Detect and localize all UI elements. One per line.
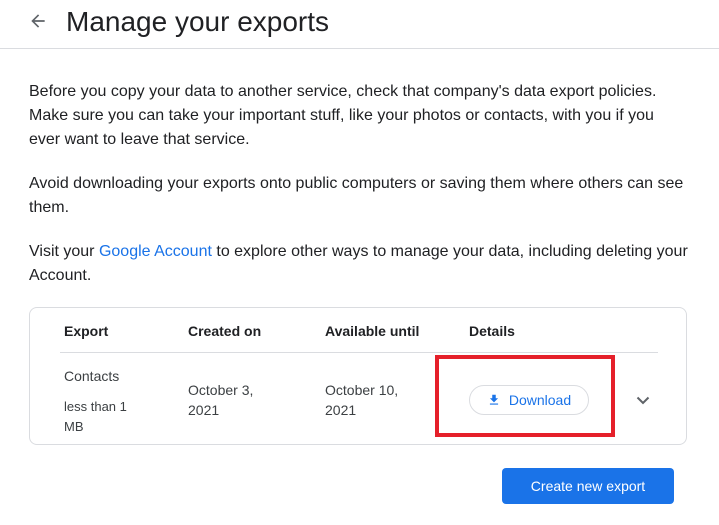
- column-header-export: Export: [64, 323, 109, 339]
- export-created-date: October 3, 2021: [188, 382, 254, 418]
- paragraph-text: Visit your: [29, 243, 99, 260]
- page-header: Manage your exports: [0, 0, 719, 49]
- column-header-created: Created on: [188, 323, 262, 339]
- intro-paragraph-policies: Before you copy your data to another ser…: [29, 83, 657, 148]
- column-header-details: Details: [469, 323, 515, 339]
- page-title: Manage your exports: [66, 6, 330, 37]
- chevron-down-icon: [636, 396, 650, 405]
- column-header-available: Available until: [325, 323, 420, 339]
- download-button[interactable]: Download: [469, 385, 589, 415]
- export-available-date: October 10, 2021: [325, 382, 399, 418]
- expand-row-button[interactable]: [631, 390, 655, 410]
- arrow-back-icon: [31, 14, 45, 28]
- google-account-link[interactable]: Google Account: [99, 243, 212, 260]
- create-new-export-button[interactable]: Create new export: [502, 468, 674, 504]
- row-divider: [60, 352, 658, 353]
- intro-paragraph-google-account: Visit your Google Account to explore oth…: [29, 240, 689, 288]
- export-size: less than 1 MB: [64, 399, 127, 434]
- download-icon: [487, 393, 501, 407]
- download-label: Download: [508, 392, 572, 408]
- exports-table: Export Created on Available until Detail…: [29, 307, 687, 445]
- back-button[interactable]: [26, 9, 50, 33]
- intro-paragraph-public-computers: Avoid downloading your exports onto publ…: [29, 175, 684, 216]
- export-name: Contacts: [64, 368, 120, 384]
